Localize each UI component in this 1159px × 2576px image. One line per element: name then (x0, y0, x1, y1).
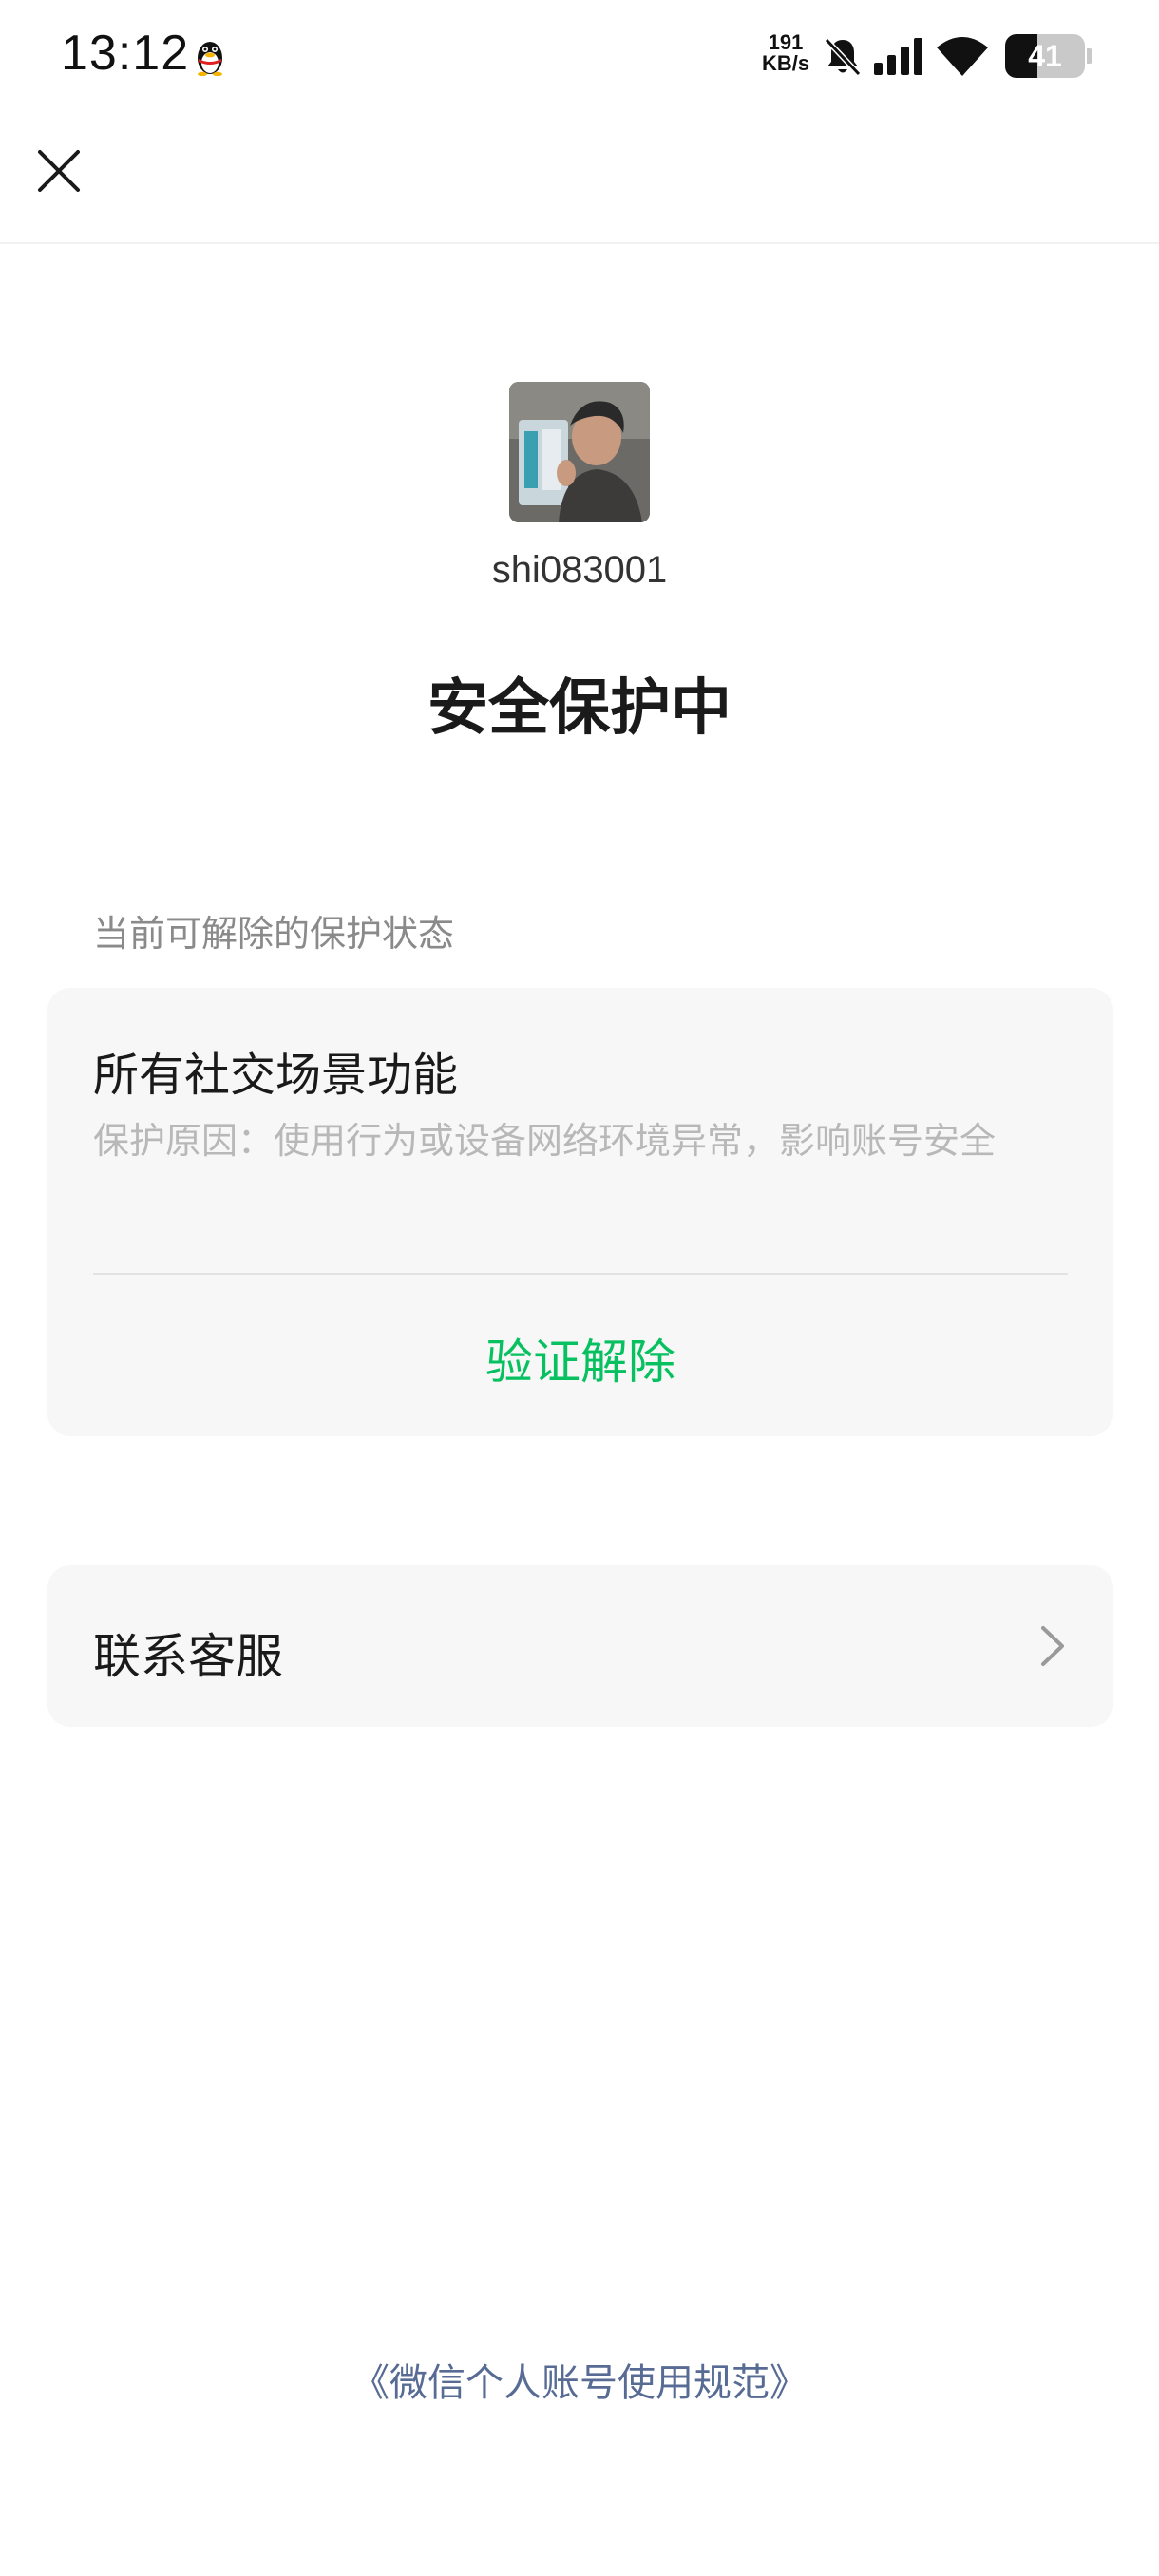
page-title: 安全保护中 (428, 673, 732, 744)
username: shi083001 (491, 549, 668, 591)
contact-support-label: 联系客服 (93, 1629, 283, 1684)
battery-cap (1087, 48, 1092, 64)
protection-status-card: 所有社交场景功能 保护原因：使用行为或设备网络环境异常，影响账号安全 验证解除 (48, 988, 1113, 1436)
network-speed-value: 191 (768, 30, 804, 54)
contact-support-row[interactable]: 联系客服 (48, 1565, 1113, 1727)
security-protection-page: 13:12 191 KB/s 41 shi083001 安全保护中 当前可解除的… (0, 0, 1159, 2576)
battery-body: 41 (1005, 34, 1085, 78)
qq-penguin-icon (198, 42, 222, 76)
avatar-photo (509, 382, 650, 522)
avatar (509, 382, 650, 522)
close-button[interactable] (28, 141, 89, 201)
battery-icon: 41 (1005, 34, 1092, 78)
close-icon (38, 150, 80, 192)
nav-divider (0, 242, 1159, 244)
section-label: 当前可解除的保护状态 (93, 913, 455, 955)
protection-reason: 保护原因：使用行为或设备网络环境异常，影响账号安全 (93, 1120, 997, 1162)
network-speed-unit: KB/s (761, 51, 810, 75)
mute-bell-icon (824, 37, 862, 77)
chevron-right-icon (1041, 1626, 1064, 1666)
status-time: 13:12 (61, 26, 190, 81)
status-bar: 13:12 191 KB/s 41 (0, 0, 1159, 114)
network-speed: 191 KB/s (756, 32, 815, 74)
card-divider (93, 1273, 1068, 1275)
verify-unlock-button[interactable]: 验证解除 (48, 1324, 1113, 1392)
wifi-icon (937, 37, 988, 76)
signal-icon (874, 38, 922, 75)
battery-level: 41 (1028, 39, 1062, 73)
usage-policy-link[interactable]: 《微信个人账号使用规范》 (0, 2352, 1159, 2407)
protection-title: 所有社交场景功能 (93, 1049, 459, 1102)
